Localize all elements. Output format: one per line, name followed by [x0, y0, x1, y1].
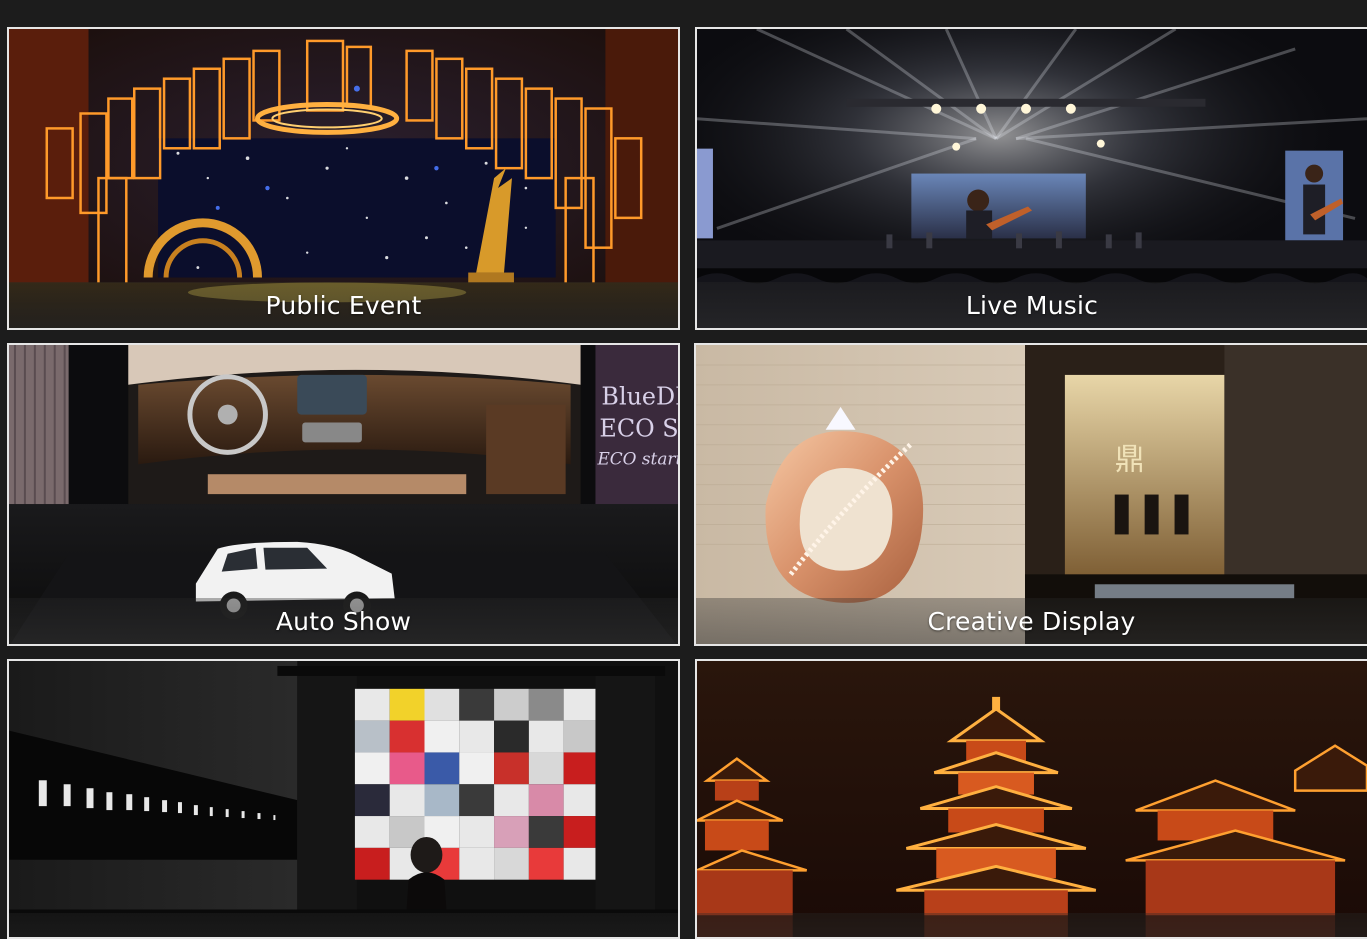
- svg-text:ECO start: ECO start: [596, 448, 678, 468]
- caption-bar: Live Music: [697, 282, 1367, 328]
- svg-text:ECO St: ECO St: [599, 414, 678, 442]
- architecture-lighting-image: [697, 661, 1367, 939]
- auto-show-screen-text: BlueDI ECO St ECO start: [596, 383, 678, 469]
- application-gallery: Public Event: [0, 0, 1367, 927]
- exhibition-image: [9, 661, 678, 939]
- caption-creative-display: Creative Display: [927, 607, 1135, 636]
- caption-public-event: Public Event: [266, 291, 422, 320]
- caption-bar: Auto Show: [9, 598, 678, 644]
- gallery-card-architecture[interactable]: [695, 659, 1367, 939]
- caption-bar: Public Event: [9, 282, 678, 328]
- caption-live-music: Live Music: [966, 291, 1098, 320]
- svg-text:BlueDI: BlueDI: [601, 383, 678, 411]
- gallery-card-auto-show[interactable]: BlueDI ECO St ECO start Auto Show: [7, 343, 680, 646]
- poster-wall: [355, 689, 596, 880]
- gallery-card-creative-display[interactable]: 鼎 Creative Display: [694, 343, 1367, 646]
- svg-text:鼎: 鼎: [1115, 443, 1145, 478]
- gallery-card-exhibition[interactable]: [7, 659, 680, 939]
- caption-bar: [697, 913, 1367, 939]
- caption-bar: [9, 913, 678, 939]
- gallery-card-live-music[interactable]: Live Music: [695, 27, 1367, 330]
- caption-bar: Creative Display: [696, 598, 1367, 644]
- caption-auto-show: Auto Show: [276, 607, 411, 636]
- gallery-card-public-event[interactable]: Public Event: [7, 27, 680, 330]
